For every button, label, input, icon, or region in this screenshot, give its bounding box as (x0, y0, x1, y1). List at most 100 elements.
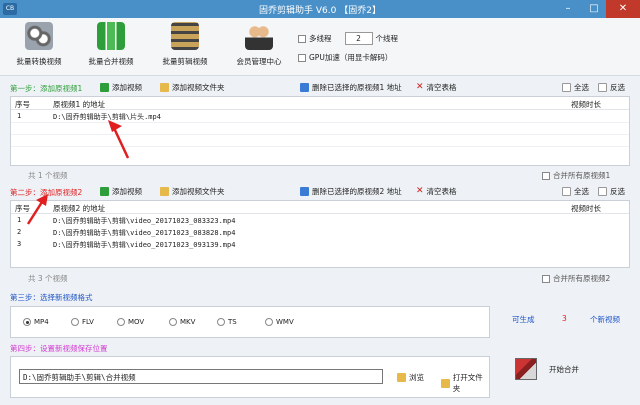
col-path: 原视频2 的地址 (53, 204, 106, 213)
step1-add-video-button[interactable]: 添加视频 (100, 82, 142, 93)
step1-merge-all-checkbox[interactable] (542, 171, 550, 180)
browse-button[interactable]: 浏览 (397, 372, 424, 383)
radio-icon (71, 318, 79, 326)
step2-invert-button[interactable]: 反选 (598, 186, 625, 197)
maximize-button[interactable]: □ (582, 0, 606, 18)
step2-add-folder-label: 添加视频文件夹 (172, 187, 225, 196)
col-index: 序号 (15, 100, 30, 109)
save-location-panel: D:\固乔剪辑助手\剪辑\合并视频 浏览 打开文件夹 (10, 356, 490, 398)
film-strip-icon (171, 22, 199, 50)
batch-merge-label: 批量合并视频 (88, 57, 134, 66)
window-title: 固乔剪辑助手 V6.0 【固乔2】 (259, 6, 381, 16)
add-video-icon (100, 187, 109, 196)
step1-label: 第一步：添加原视频1 (10, 84, 83, 93)
invert-icon (598, 187, 607, 196)
start-merge-button[interactable]: 开始合并 (515, 358, 579, 380)
step2-video-table[interactable]: 序号 原视频2 的地址 视频时长 1 D:\固乔剪辑助手\剪辑\video_20… (10, 200, 630, 268)
step1-select-all-button[interactable]: 全选 (562, 82, 589, 93)
radio-icon (117, 318, 125, 326)
generate-count: 3 (562, 314, 567, 323)
table-header: 序号 原视频1 的地址 视频时长 (11, 97, 629, 110)
step2-clear-label: 清空表格 (426, 187, 457, 196)
member-center-button[interactable]: 会员管理中心 (228, 22, 290, 67)
format-mov-radio[interactable]: MOV (117, 318, 144, 326)
batch-convert-label: 批量转换视频 (16, 57, 62, 66)
row-path: D:\固乔剪辑助手\剪辑\video_20171023_083828.mp4 (53, 229, 236, 237)
format-ts-radio[interactable]: TS (217, 318, 237, 326)
step1-delete-label: 删除已选择的原视频1 地址 (312, 83, 402, 92)
step1-invert-button[interactable]: 反选 (598, 82, 625, 93)
table-header: 序号 原视频2 的地址 视频时长 (11, 201, 629, 214)
step1-clear-label: 清空表格 (426, 83, 457, 92)
multithread-label: 多线程 (309, 34, 332, 43)
save-path-input[interactable]: D:\固乔剪辑助手\剪辑\合并视频 (19, 369, 383, 384)
radio-icon (169, 318, 177, 326)
step1-merge-all-label: 合并所有原视频1 (553, 171, 611, 180)
row-index: 1 (17, 112, 22, 120)
close-button[interactable]: ✕ (606, 0, 640, 18)
format-mkv-radio[interactable]: MKV (169, 318, 195, 326)
format-label: MOV (128, 318, 145, 326)
row-index: 2 (17, 228, 22, 236)
minimize-button[interactable]: – (556, 0, 580, 18)
open-folder-icon (441, 378, 450, 388)
col-duration: 视频时长 (571, 100, 601, 109)
title-bar: CB 固乔剪辑助手 V6.0 【固乔2】 – □ ✕ (0, 0, 640, 18)
format-label: MP4 (34, 318, 49, 326)
folder-icon (397, 373, 406, 382)
start-merge-label: 开始合并 (549, 364, 579, 374)
col-path: 原视频1 的地址 (53, 100, 106, 109)
batch-convert-button[interactable]: 批量转换视频 (8, 22, 70, 67)
step2-select-all-button[interactable]: 全选 (562, 186, 589, 197)
step2-merge-all-checkbox[interactable] (542, 274, 550, 283)
batch-edit-button[interactable]: 批量剪辑视频 (154, 22, 216, 67)
step2-add-video-label: 添加视频 (112, 187, 142, 196)
step1-invert-label: 反选 (610, 83, 625, 92)
table-row[interactable]: 2 D:\固乔剪辑助手\剪辑\video_20171023_083828.mp4 (11, 226, 629, 238)
merge-start-icon (515, 358, 537, 380)
format-label: FLV (82, 318, 94, 326)
thread-unit-label: 个线程 (375, 34, 399, 43)
table-row[interactable]: 3 D:\固乔剪辑助手\剪辑\video_20171023_093139.mp4 (11, 238, 629, 250)
select-all-icon (562, 83, 571, 92)
step2-delete-label: 删除已选择的原视频2 地址 (312, 187, 402, 196)
users-icon (245, 22, 273, 50)
invert-icon (598, 83, 607, 92)
step3-label: 第三步：选择新视频格式 (10, 293, 93, 302)
col-duration: 视频时长 (571, 204, 601, 213)
step1-select-all-label: 全选 (574, 83, 589, 92)
row-path: D:\固乔剪辑助手\剪辑\video_20171023_083323.mp4 (53, 217, 236, 225)
table-row[interactable]: 1 D:\固乔剪辑助手\剪辑\video_20171023_083323.mp4 (11, 214, 629, 226)
film-reel-icon (25, 22, 53, 50)
open-folder-button[interactable]: 打开文件夹 (441, 372, 489, 394)
app-window: CB 固乔剪辑助手 V6.0 【固乔2】 – □ ✕ 批量转换视频 批量合并视频… (0, 0, 640, 405)
batch-merge-button[interactable]: 批量合并视频 (80, 22, 142, 67)
step1-add-folder-button[interactable]: 添加视频文件夹 (160, 82, 225, 93)
thread-count-input[interactable]: 2 (344, 32, 373, 45)
step1-clear-table-button[interactable]: ✕ 清空表格 (416, 82, 457, 93)
radio-icon (217, 318, 225, 326)
clear-x-icon: ✕ (416, 186, 424, 196)
format-wmv-radio[interactable]: WMV (265, 318, 294, 326)
multithread-option[interactable]: 多线程 2 个线程 (298, 32, 398, 45)
step1-delete-selected-button[interactable]: 删除已选择的原视频1 地址 (300, 82, 402, 93)
select-all-icon (562, 187, 571, 196)
gpu-checkbox[interactable] (298, 53, 306, 62)
format-flv-radio[interactable]: FLV (71, 318, 94, 326)
step4-label: 第四步：设置新视频保存位置 (10, 344, 108, 353)
member-center-label: 会员管理中心 (236, 57, 282, 66)
step2-add-folder-button[interactable]: 添加视频文件夹 (160, 186, 225, 197)
step2-add-video-button[interactable]: 添加视频 (100, 186, 142, 197)
multithread-checkbox[interactable] (298, 34, 306, 43)
step2-merge-all-option[interactable]: 合并所有原视频2 (542, 273, 610, 284)
batch-edit-label: 批量剪辑视频 (162, 57, 208, 66)
radio-selected-icon (23, 318, 31, 326)
step2-delete-selected-button[interactable]: 删除已选择的原视频2 地址 (300, 186, 402, 197)
step2-clear-table-button[interactable]: ✕ 清空表格 (416, 186, 457, 197)
format-mp4-radio[interactable]: MP4 (23, 318, 49, 326)
step2-select-all-label: 全选 (574, 187, 589, 196)
gpu-option[interactable]: GPU加速（用显卡解码） (298, 52, 392, 63)
browse-label: 浏览 (409, 373, 424, 382)
step1-add-folder-label: 添加视频文件夹 (172, 83, 225, 92)
step1-merge-all-option[interactable]: 合并所有原视频1 (542, 170, 610, 181)
